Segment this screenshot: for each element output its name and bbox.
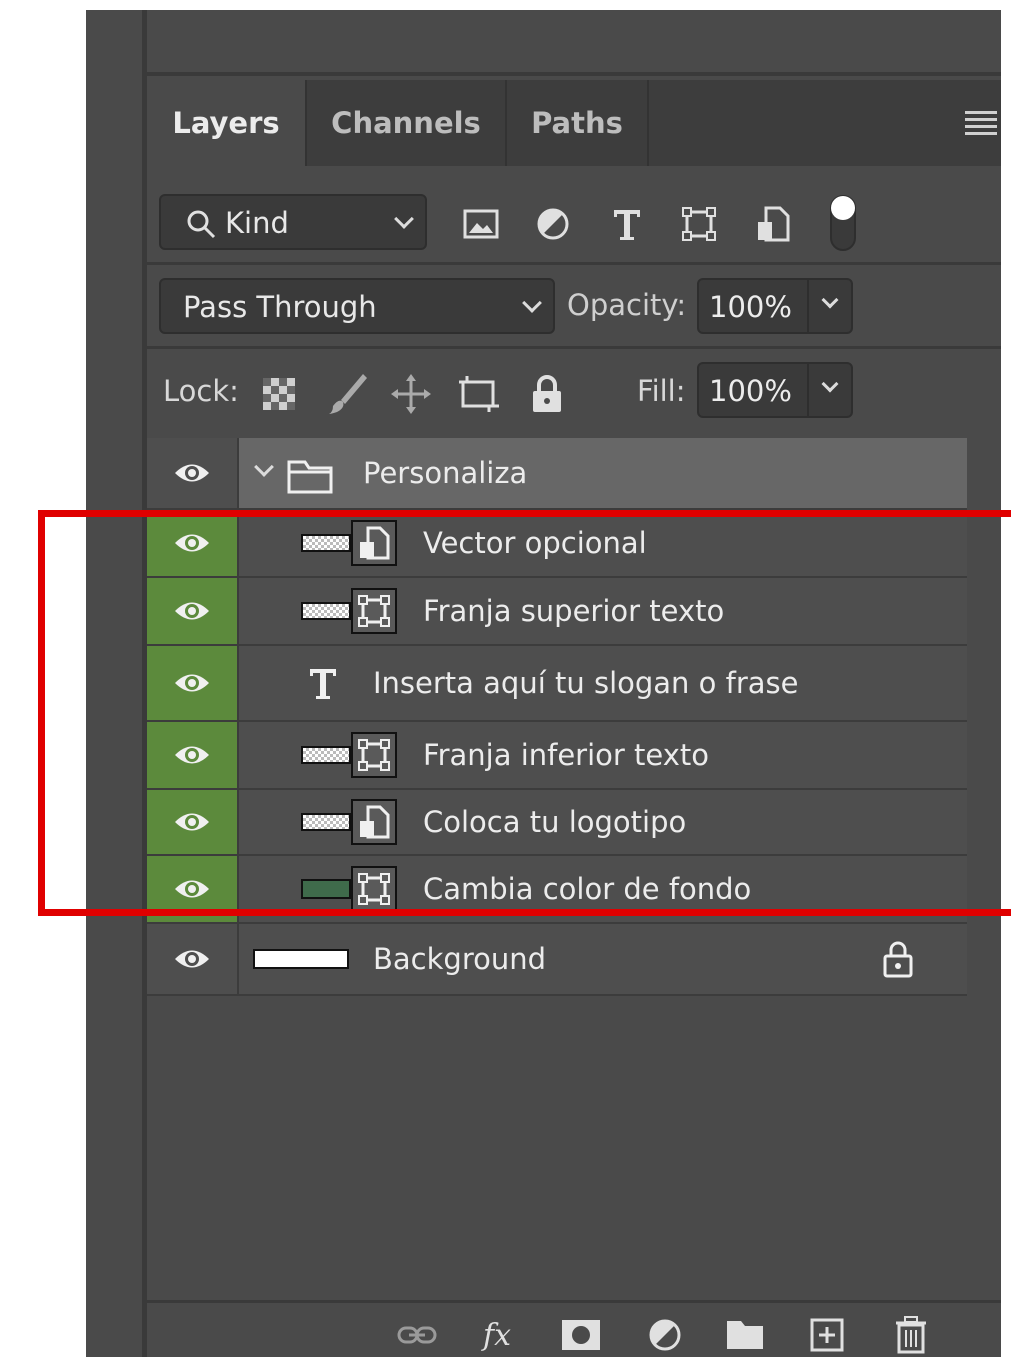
eye-icon (175, 950, 209, 968)
adjustment-filter-icon[interactable] (531, 202, 575, 246)
search-icon (187, 210, 216, 239)
lock-artboard-icon[interactable] (457, 372, 501, 416)
lock-label: Lock: (163, 374, 239, 408)
opacity-value: 100% (709, 290, 792, 324)
blend-mode-select[interactable]: Pass Through (159, 278, 555, 334)
fill-value: 100% (709, 374, 792, 408)
opacity-dropdown[interactable] (807, 280, 851, 332)
kind-label: Kind (225, 206, 289, 240)
kind-filter-select[interactable]: Kind (159, 194, 427, 250)
type-filter-icon[interactable] (605, 202, 649, 246)
lock-paint-brush-icon[interactable] (325, 372, 369, 416)
chevron-down-icon (522, 293, 542, 313)
folder-icon[interactable] (725, 1315, 765, 1355)
layer-row-group[interactable]: Personaliza (147, 438, 967, 510)
lock-all-icon[interactable] (525, 372, 569, 416)
highlight-annotation (38, 510, 1010, 916)
layer-name: Personaliza (363, 456, 528, 490)
smart-object-filter-icon[interactable] (751, 202, 795, 246)
group-expand-chevron-icon[interactable] (254, 457, 274, 477)
tab-channels[interactable]: Channels (307, 80, 507, 166)
image-filter-icon[interactable] (459, 202, 503, 246)
folder-icon (287, 460, 333, 494)
svg-text:fx: fx (481, 1318, 511, 1353)
link-icon[interactable] (397, 1315, 437, 1355)
lock-transparent-icon[interactable] (257, 372, 301, 416)
layers-bottom-toolbar: fx (147, 1300, 1001, 1357)
fill-dropdown[interactable] (807, 364, 851, 416)
trash-icon[interactable] (891, 1315, 931, 1355)
tab-paths[interactable]: Paths (507, 80, 649, 166)
mask-icon[interactable] (561, 1315, 601, 1355)
shape-filter-icon[interactable] (677, 202, 721, 246)
row-divider (147, 262, 1001, 265)
lock-icon[interactable] (881, 939, 915, 979)
panel-separator[interactable] (147, 72, 1001, 76)
layer-thumbnail (253, 949, 349, 969)
lock-move-icon[interactable] (389, 372, 433, 416)
row-divider (147, 346, 1001, 349)
tab-layers[interactable]: Layers (147, 80, 307, 166)
opacity-field[interactable]: 100% (697, 278, 853, 334)
adjustment-icon[interactable] (645, 1315, 685, 1355)
chevron-down-icon (821, 375, 839, 393)
filter-toggle[interactable] (821, 192, 865, 254)
fill-label: Fill: (637, 374, 686, 408)
panel-tabbar: Layers Channels Paths (147, 80, 1001, 166)
panel-menu-icon[interactable] (965, 106, 999, 140)
panel-top-area (147, 10, 1001, 72)
layer-name: Background (373, 942, 547, 976)
layers-empty-area (147, 1000, 1001, 1300)
eye-icon (175, 464, 209, 482)
fx-icon[interactable]: fx (481, 1315, 521, 1355)
visibility-toggle[interactable] (147, 438, 239, 508)
highlight-annotation-edge (1000, 510, 1011, 517)
fill-field[interactable]: 100% (697, 362, 853, 418)
blend-mode-value: Pass Through (183, 290, 377, 324)
chevron-down-icon (821, 291, 839, 309)
new-layer-icon[interactable] (807, 1315, 847, 1355)
opacity-label: Opacity: (567, 288, 687, 322)
visibility-toggle[interactable] (147, 924, 239, 994)
highlight-annotation-edge (1000, 909, 1011, 916)
chevron-down-icon (394, 209, 414, 229)
layer-row-background[interactable]: Background (147, 924, 967, 996)
